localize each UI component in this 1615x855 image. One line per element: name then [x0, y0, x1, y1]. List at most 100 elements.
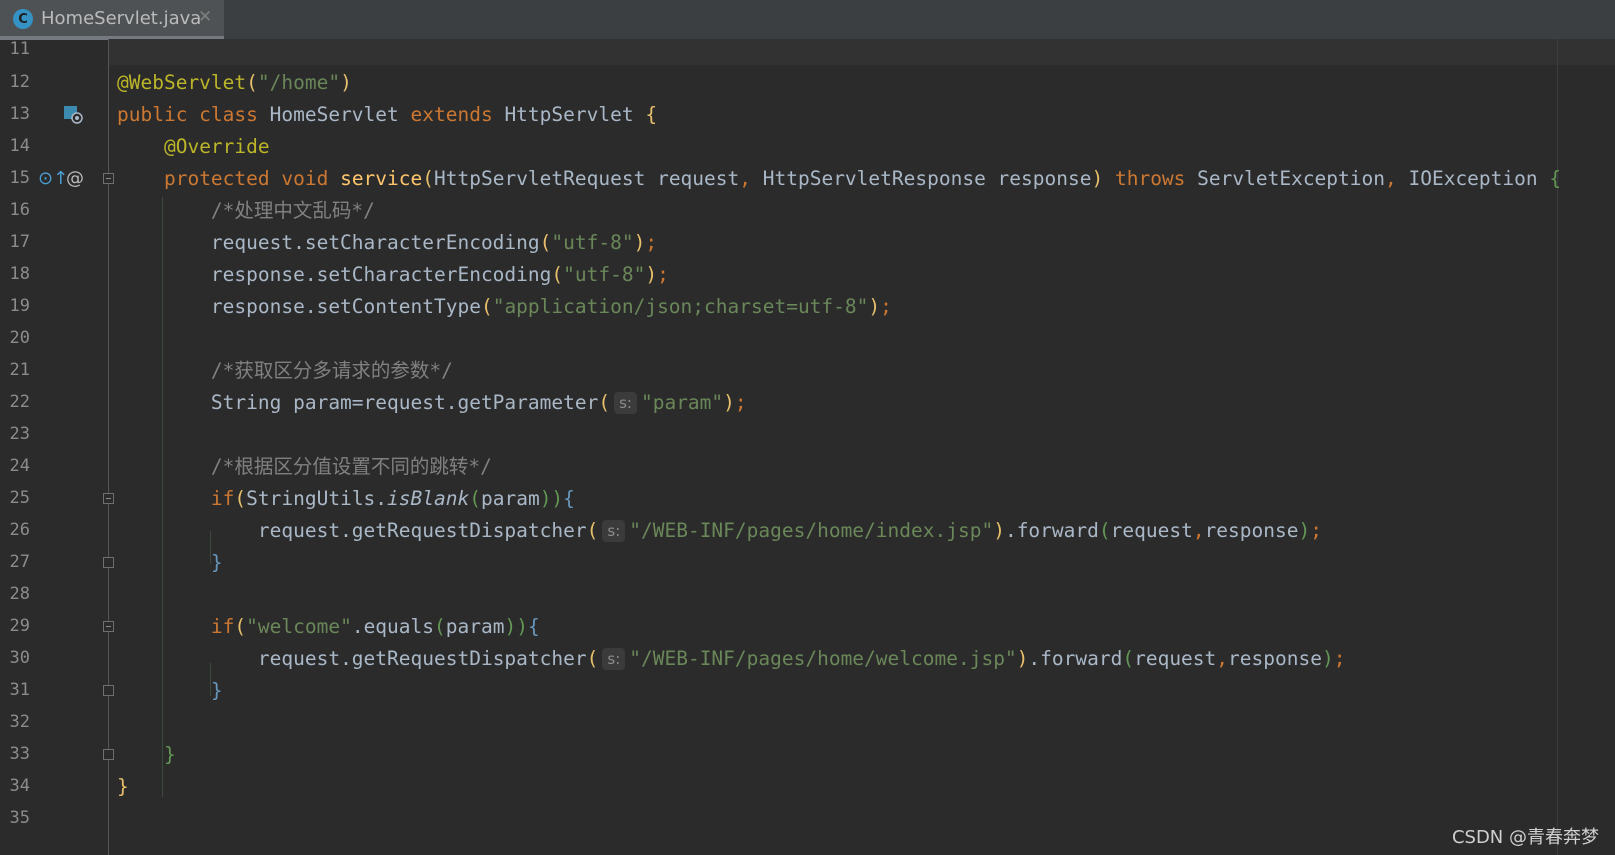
annotation-icon[interactable]: @ [66, 168, 84, 189]
fold-end-icon[interactable] [103, 749, 114, 760]
code-text: if("welcome".equals(param)){ [117, 610, 540, 643]
token: request.getRequestDispatcher [257, 647, 587, 670]
fold-toggle-icon[interactable] [103, 493, 114, 504]
code-line-34: 34 } [0, 770, 1615, 803]
servlet-web-icon[interactable] [63, 104, 83, 129]
code-line-16: 16 /*处理中文乱码*/ [0, 194, 1615, 227]
fold-toggle-icon[interactable] [103, 621, 114, 632]
token: .equals [351, 615, 435, 638]
token: ; [657, 263, 669, 286]
token: ) [868, 295, 881, 318]
token: protected void [163, 167, 341, 190]
token: @WebServlet [117, 71, 247, 94]
token: request [1110, 519, 1193, 542]
code-text: } [117, 546, 223, 579]
code-text: request.getRequestDispatcher(s: "/WEB-INF… [117, 642, 1345, 675]
token: public class [117, 103, 270, 126]
line-number: 22 [9, 392, 30, 412]
token: "/WEB-INF/pages/home/index.jsp" [629, 519, 994, 542]
code-text: } [117, 770, 129, 803]
token: ; [1310, 519, 1322, 542]
line-number: 12 [9, 72, 30, 92]
token: request.getRequestDispatcher [257, 519, 587, 542]
code-line-27: 27 } [0, 546, 1615, 579]
code-text: request.getRequestDispatcher(s: "/WEB-INF… [117, 514, 1322, 547]
token: , [1192, 519, 1205, 542]
token: )) [504, 615, 528, 638]
token: /*获取区分多请求的参数*/ [210, 359, 453, 382]
code-text: public class HomeServlet extends HttpSer… [117, 98, 657, 131]
line-number: 19 [9, 296, 30, 316]
code-line-18: 18 response.setCharacterEncoding("utf-8"… [0, 258, 1615, 291]
line-number: 30 [9, 648, 30, 668]
line-number: 34 [9, 776, 30, 796]
token: } [210, 679, 223, 702]
code-text: response.setCharacterEncoding("utf-8"); [117, 258, 669, 291]
token: ( [469, 487, 481, 510]
code-line-20: 20 [0, 322, 1615, 355]
token: ( [598, 391, 611, 414]
code-line-19: 19 response.setContentType("application/… [0, 290, 1615, 323]
token: ; [880, 295, 892, 318]
token: { [563, 487, 575, 510]
override-method-icon[interactable]: ⊙↑ [38, 168, 68, 189]
token: StringUtils. [246, 487, 388, 510]
token: ( [234, 615, 247, 638]
line-number: 20 [9, 328, 30, 348]
token: ServletException [1197, 167, 1385, 190]
token: ; [1333, 647, 1346, 670]
line-number: 28 [9, 584, 30, 604]
token: } [210, 551, 223, 574]
code-text: } [117, 738, 176, 771]
line-number: 15 [9, 168, 30, 188]
fold-end-icon[interactable] [103, 685, 114, 696]
code-line-15: 15 ⊙↑ @ protected void service(HttpServl… [0, 162, 1615, 195]
token: ( [539, 231, 552, 254]
fold-end-icon[interactable] [103, 557, 114, 568]
line-number: 16 [9, 200, 30, 220]
line-number: 11 [9, 39, 30, 59]
token: IOException [1408, 167, 1550, 190]
token: { [645, 103, 658, 126]
token: , [1216, 647, 1229, 670]
token: ) [723, 391, 735, 414]
token: isBlank [387, 487, 470, 510]
token: ( [586, 647, 599, 670]
line-number: 31 [9, 680, 30, 700]
token: HttpServletResponse response [762, 167, 1092, 190]
token: ( [434, 615, 446, 638]
line-number: 25 [9, 488, 30, 508]
line-number: 13 [9, 104, 30, 124]
token: ) [993, 519, 1005, 542]
tab-label: HomeServlet.java [41, 8, 202, 29]
token: ; [645, 231, 658, 254]
token: request [1134, 647, 1217, 670]
token: ( [551, 263, 564, 286]
token: HttpServletRequest request [434, 167, 740, 190]
token: response [1228, 647, 1322, 670]
token: "utf-8" [551, 231, 634, 254]
token: param [480, 487, 540, 510]
token: response.setCharacterEncoding [210, 263, 552, 286]
fold-toggle-icon[interactable] [103, 173, 114, 184]
token: ( [480, 295, 493, 318]
token: /*根据区分值设置不同的跳转*/ [210, 455, 492, 478]
code-text: @WebServlet("/home") [117, 66, 352, 99]
code-editor[interactable]: 11 12 @WebServlet("/home") 13 public cla… [0, 39, 1615, 855]
token: ( [422, 167, 435, 190]
token: response [1204, 519, 1299, 542]
token: "application/json;charset=utf-8" [492, 295, 869, 318]
code-text: @Override [117, 130, 270, 163]
code-line-28: 28 [0, 578, 1615, 611]
token: .forward [1028, 647, 1123, 670]
code-text: String param=request.getParameter(s: "par… [117, 386, 747, 419]
token: } [163, 743, 176, 766]
code-line-35: 35 [0, 802, 1615, 835]
close-icon[interactable]: ✕ [198, 7, 212, 27]
line-number: 14 [9, 136, 30, 156]
code-text: } [117, 674, 223, 707]
line-number: 24 [9, 456, 30, 476]
line-number: 35 [9, 808, 30, 828]
param-hint: s: [614, 392, 637, 414]
code-line-13: 13 public class HomeServlet extends Http… [0, 98, 1615, 131]
